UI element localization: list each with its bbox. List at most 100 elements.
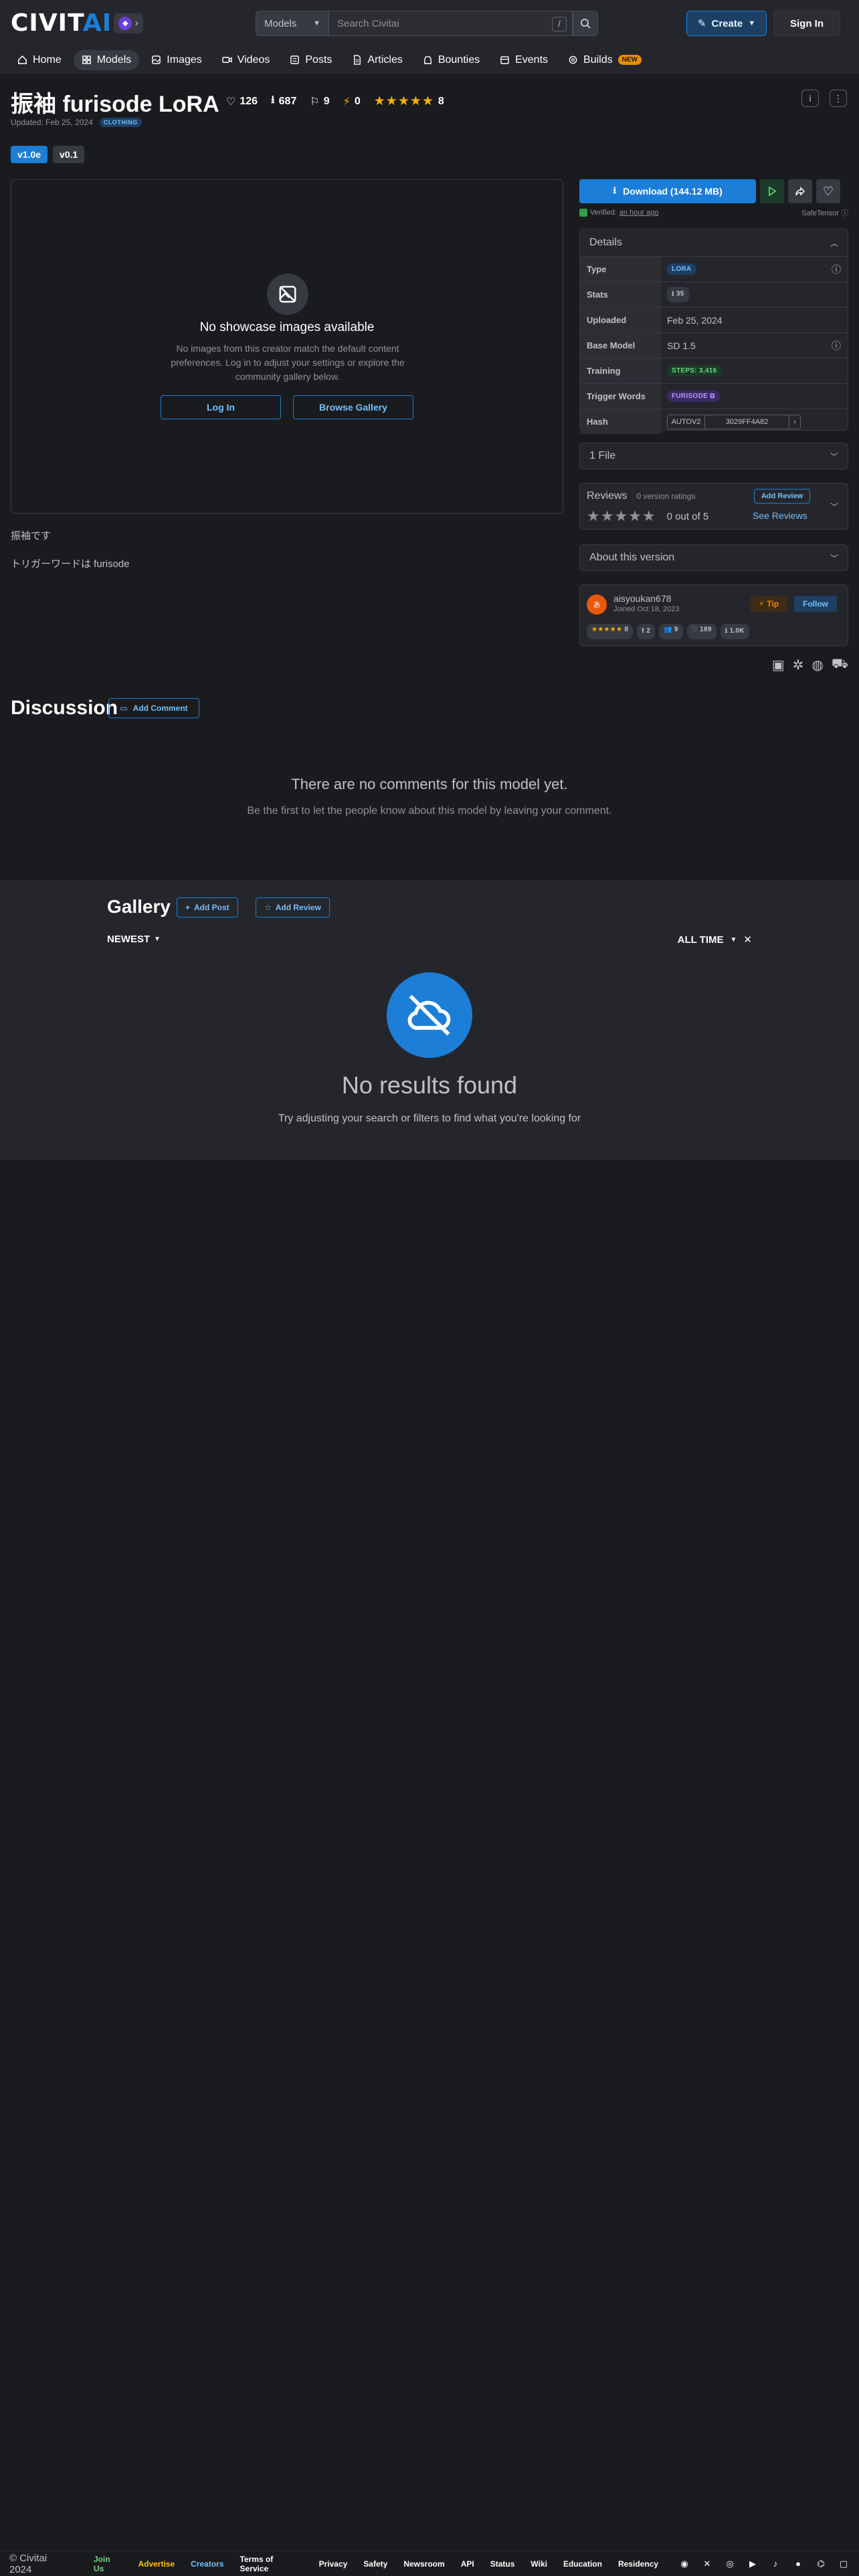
nav-models[interactable]: Models (73, 49, 140, 70)
see-reviews-link[interactable]: See Reviews (753, 510, 807, 521)
image-icon[interactable]: ▣ (772, 657, 785, 674)
copyright: © Civitai 2024 (9, 2552, 47, 2575)
favorite-button[interactable]: ♡ (816, 179, 840, 203)
info-icon[interactable]: ⓘ (832, 263, 841, 276)
footer-link-newsroom[interactable]: Newsroom (403, 2559, 444, 2569)
verified-time[interactable]: an hour ago (619, 209, 659, 217)
gallery-title: Gallery (107, 896, 171, 917)
brand-icon: ◆ (118, 17, 132, 30)
creator-uploads-badge: ⭱ 2 (637, 624, 656, 639)
filter-off-icon[interactable]: ✕ (743, 934, 752, 946)
chevron-right-icon[interactable]: › (789, 415, 800, 429)
github-icon[interactable]: ⌬ (815, 2558, 827, 2570)
more-icon: ⋮ (834, 92, 843, 104)
chevron-down-icon[interactable]: ﹀ (830, 501, 838, 512)
footer-link-join[interactable]: Join Us (94, 2555, 122, 2573)
nav-articles[interactable]: Articles (344, 50, 410, 70)
footer-link-privacy[interactable]: Privacy (319, 2559, 348, 2569)
hash-value[interactable]: 3029FF4A82 (705, 415, 789, 429)
add-review-button[interactable]: Add Review (754, 489, 810, 504)
add-review-button[interactable]: ☆ Add Review (256, 897, 330, 918)
info-icon[interactable]: ⓘ (832, 339, 841, 352)
hash-field[interactable]: AUTOV2 3029FF4A82 › (667, 414, 801, 429)
youtube-icon[interactable]: ▶ (747, 2558, 759, 2570)
buzz-stat[interactable]: ⚡ 0 (343, 95, 361, 108)
nav-images[interactable]: Images (143, 50, 209, 70)
nav-bounties[interactable]: Bounties (415, 50, 488, 70)
create-button[interactable]: ✎ Create ▼ (686, 11, 767, 36)
brand-switcher[interactable]: ◆ › (114, 13, 143, 33)
footer-link-api[interactable]: API (461, 2559, 474, 2569)
grid-icon (82, 56, 91, 64)
download-button[interactable]: ⭳ Download (144.12 MB) (579, 179, 756, 203)
footer-link-creators[interactable]: Creators (191, 2559, 223, 2569)
run-button[interactable] (760, 179, 784, 203)
follow-button[interactable]: Follow (794, 596, 837, 612)
avatar[interactable]: あ (587, 595, 607, 615)
add-comment-button[interactable]: ▭ Add Comment (108, 698, 199, 718)
x-icon[interactable]: ✕ (701, 2558, 713, 2570)
sort-select[interactable]: NEWEST ▼ (107, 934, 161, 945)
footer-link-terms[interactable]: Terms of Service (240, 2555, 303, 2573)
creator-name[interactable]: aisyoukan678 (613, 593, 671, 604)
chat-icon[interactable]: ▢ (838, 2558, 850, 2570)
detail-row-type: Type LORA ⓘ (580, 256, 848, 282)
model-stats: ♡ 126 ⭳ 687 ⚐ 9 ⚡ 0 ★★★★★ 8 (226, 92, 444, 110)
globe-icon[interactable]: ◍ (812, 657, 823, 674)
updated-date: Updated: Feb 25, 2024 (11, 118, 93, 127)
creator-downloads-badge: ⭳ 1.0K (720, 624, 749, 639)
details-header[interactable]: Details ︿ (580, 229, 848, 256)
info-button[interactable]: i (801, 90, 819, 107)
file-format: SafeTensor ⓘ (801, 209, 848, 217)
footer-link-safety[interactable]: Safety (363, 2559, 387, 2569)
network-icon[interactable]: ✲ (793, 657, 804, 674)
star-rating-icon: ★★★★★ (373, 94, 434, 108)
nav-posts[interactable]: Posts (282, 50, 340, 70)
period-select[interactable]: ALL TIME ▼ ✕ (678, 934, 752, 946)
reddit-icon[interactable]: ● (792, 2558, 804, 2570)
add-post-button[interactable]: + Add Post (177, 897, 238, 918)
browse-gallery-button[interactable]: Browse Gallery (293, 395, 413, 419)
more-button[interactable]: ⋮ (830, 90, 847, 107)
nav-builds[interactable]: Builds NEW (560, 50, 650, 70)
comment-icon: ▭ (120, 704, 128, 713)
version-tab-active[interactable]: v1.0e (11, 146, 48, 163)
civitai-logo[interactable]: CIVITAI (11, 11, 112, 35)
steps-badge: STEPS: 3,416 (667, 365, 722, 377)
image-off-icon (267, 274, 308, 315)
footer-link-wiki[interactable]: Wiki (531, 2559, 547, 2569)
footer-link-education[interactable]: Education (563, 2559, 602, 2569)
search-bar: Models ▼ Search Civitai / (256, 11, 598, 36)
share-button[interactable] (788, 179, 812, 203)
files-accordion[interactable]: 1 File ﹀ (579, 443, 848, 469)
footer-link-status[interactable]: Status (490, 2559, 515, 2569)
search-button[interactable] (573, 11, 598, 36)
reviews-panel: Reviews 0 version ratings ★★★★★ 0 out of… (579, 483, 848, 530)
search-input[interactable]: Search Civitai / (329, 11, 573, 36)
bookmarks-stat[interactable]: ⚐ 9 (310, 95, 329, 108)
category-badge[interactable]: CLOTHING (99, 118, 142, 127)
hash-type-select[interactable]: AUTOV2 (668, 415, 705, 429)
log-in-button[interactable]: Log In (161, 395, 281, 419)
verified-row: Verified: an hour ago SafeTensor ⓘ (579, 207, 848, 218)
help-icon[interactable]: ⓘ (841, 209, 848, 217)
footer-link-advertise[interactable]: Advertise (138, 2559, 175, 2569)
about-accordion[interactable]: About this version ﹀ (579, 544, 848, 571)
discord-icon[interactable]: ◉ (678, 2558, 690, 2570)
search-type-select[interactable]: Models ▼ (256, 11, 329, 36)
likes-stat[interactable]: ♡ 126 (226, 95, 258, 108)
rating-stat[interactable]: ★★★★★ 8 (374, 94, 444, 109)
trigger-word-badge[interactable]: FURISODE ⧉ (667, 391, 720, 402)
instagram-icon[interactable]: ◎ (724, 2558, 736, 2570)
search-icon (581, 19, 591, 29)
cart-icon[interactable]: ⛟ (832, 657, 848, 674)
tip-button[interactable]: ⚡ Tip (750, 596, 787, 612)
version-tab[interactable]: v0.1 (53, 146, 85, 163)
chevron-down-icon: ﹀ (830, 451, 838, 461)
nav-events[interactable]: Events (492, 50, 556, 70)
nav-videos[interactable]: Videos (214, 50, 278, 70)
footer-link-residency[interactable]: Residency (618, 2559, 658, 2569)
tiktok-icon[interactable]: ♪ (769, 2558, 781, 2570)
sign-in-button[interactable]: Sign In (773, 11, 840, 36)
nav-home[interactable]: Home (9, 50, 70, 70)
